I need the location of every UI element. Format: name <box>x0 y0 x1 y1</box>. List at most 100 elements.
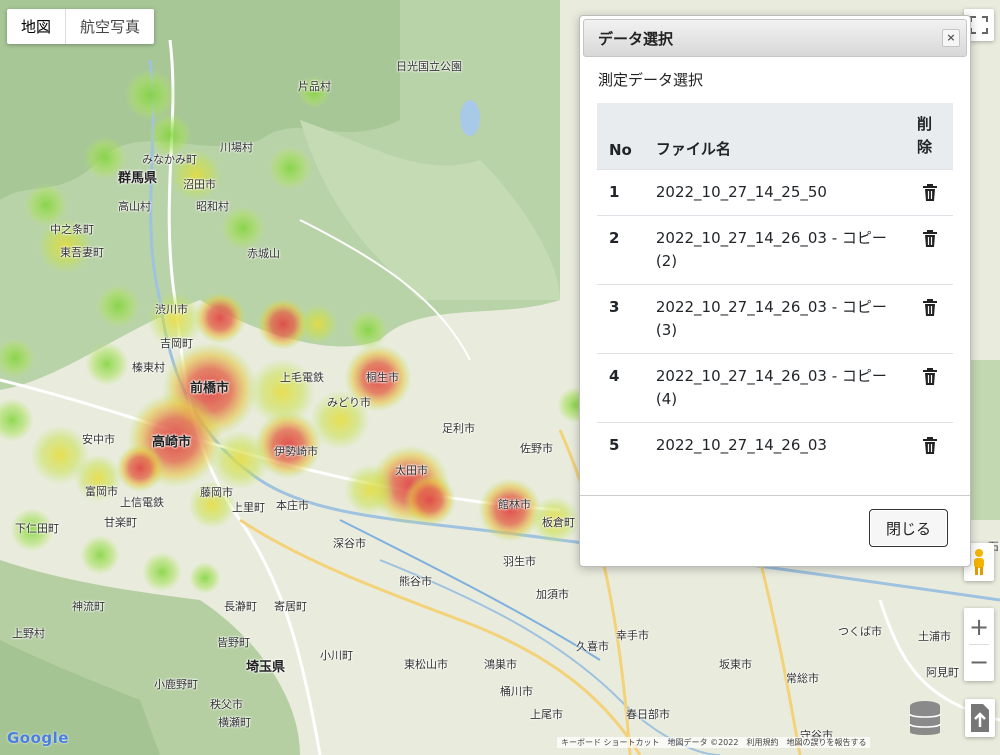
trash-icon <box>917 230 945 248</box>
map-place-label: 沼田市 <box>183 178 216 191</box>
delete-button[interactable] <box>909 169 953 216</box>
layers-button[interactable] <box>906 698 944 738</box>
map-place-label: 上尾市 <box>530 708 563 721</box>
map-place-label: 桐生市 <box>366 371 399 384</box>
map-place-label: 前橋市 <box>190 381 230 396</box>
row-filename: 2022_10_27_14_26_03 - コピー (3) <box>643 284 909 354</box>
table-row: 4 2022_10_27_14_26_03 - コピー (4) <box>597 353 953 423</box>
map-place-label: 渋川市 <box>155 303 188 316</box>
map-place-label: 佐野市 <box>520 442 553 455</box>
map-place-label: 坂東市 <box>719 658 752 671</box>
data-select-dialog: データ選択 × 測定データ選択 No ファイル名 削除 1 2022_10_27_… <box>579 15 971 567</box>
layers-icon <box>909 701 941 735</box>
fullscreen-icon <box>970 16 988 34</box>
map-place-label: 安中市 <box>82 433 115 446</box>
map-place-label: 日光国立公園 <box>396 60 462 73</box>
file-table: No ファイル名 削除 1 2022_10_27_14_25_50 2 2022_10… <box>597 103 953 468</box>
map-place-label: 羽生市 <box>503 555 536 568</box>
row-filename: 2022_10_27_14_26_03 <box>643 422 909 468</box>
row-number: 2 <box>597 215 644 285</box>
row-number: 3 <box>597 284 644 354</box>
map-type-map-button[interactable]: 地図 <box>7 9 67 44</box>
map-place-label: つくば市 <box>838 625 882 638</box>
close-button[interactable]: 閉じる <box>869 509 948 547</box>
row-number: 1 <box>597 169 644 216</box>
row-filename: 2022_10_27_14_26_03 - コピー (4) <box>643 353 909 423</box>
column-header-no: No <box>609 141 632 159</box>
map-type-satellite-button[interactable]: 航空写真 <box>66 9 154 44</box>
map-place-label: 館林市 <box>498 498 531 511</box>
delete-header-text: 削除 <box>917 115 933 156</box>
table-row: 1 2022_10_27_14_25_50 <box>597 169 953 216</box>
table-header-row: No ファイル名 削除 <box>597 103 953 170</box>
map-place-label: 小川町 <box>320 649 353 662</box>
map-place-label: 藤岡市 <box>200 486 233 499</box>
zoom-in-button[interactable]: + <box>969 610 989 644</box>
delete-button[interactable] <box>909 353 953 423</box>
map-place-label: 小鹿野町 <box>154 678 198 691</box>
row-number: 4 <box>597 353 644 423</box>
map-place-label: 秩父市 <box>210 698 243 711</box>
trash-icon <box>917 437 945 455</box>
map-place-label: 川場村 <box>220 141 253 154</box>
map-place-label: 太田市 <box>395 464 428 477</box>
map-place-label: 片品村 <box>298 80 331 93</box>
zoom-out-button[interactable]: − <box>969 645 989 679</box>
map-place-label: 伊勢崎市 <box>274 445 318 458</box>
column-header-delete: 削除 <box>909 103 953 170</box>
upload-icon <box>971 704 989 732</box>
dialog-titlebar[interactable]: データ選択 × <box>583 19 967 57</box>
map-place-label: 榛東村 <box>132 361 165 374</box>
map-place-label: 春日部市 <box>626 708 670 721</box>
column-header-filename: ファイル名 <box>655 140 731 158</box>
map-place-label: 幸手市 <box>616 629 649 642</box>
map-place-label: 板倉町 <box>542 516 575 529</box>
trash-icon <box>917 299 945 317</box>
map-type-control: 地図 航空写真 <box>7 9 155 44</box>
map-place-label: 長瀞町 <box>224 600 257 613</box>
map-place-label: みなかみ町 <box>142 153 197 166</box>
row-filename: 2022_10_27_14_26_03 - コピー (2) <box>643 215 909 285</box>
map-place-label: 上里町 <box>232 501 265 514</box>
map-place-label: 群馬県 <box>118 171 158 186</box>
dialog-subtitle: 測定データ選択 <box>598 71 704 89</box>
map-place-label: 足利市 <box>442 422 475 435</box>
map-attribution[interactable]: キーボード ショートカット 地図データ ©2022 利用規約 地図の誤りを報告す… <box>557 737 871 748</box>
upload-button[interactable] <box>965 699 995 737</box>
google-logo: Google <box>7 729 69 747</box>
dialog-footer-divider <box>580 495 970 496</box>
map-place-label: 加須市 <box>536 588 569 601</box>
trash-icon <box>917 368 945 386</box>
pegman-icon <box>974 549 984 575</box>
map-place-label: 神流町 <box>72 600 105 613</box>
row-filename: 2022_10_27_14_25_50 <box>643 169 909 216</box>
map-place-label: 富岡市 <box>85 485 118 498</box>
dialog-close-icon[interactable]: × <box>942 29 960 47</box>
map-place-label: 上毛電鉄 <box>280 371 324 384</box>
map-place-label: 阿見町 <box>926 666 959 679</box>
map-place-label: 横瀬町 <box>218 716 251 729</box>
map-place-label: 本庄市 <box>276 499 309 512</box>
delete-button[interactable] <box>909 422 953 468</box>
row-number: 5 <box>597 422 644 468</box>
table-row: 3 2022_10_27_14_26_03 - コピー (3) <box>597 284 953 354</box>
map-place-label: 高崎市 <box>152 435 192 450</box>
map-place-label: 赤城山 <box>247 247 280 260</box>
map-place-label: 上信電鉄 <box>120 496 164 509</box>
delete-button[interactable] <box>909 284 953 354</box>
delete-button[interactable] <box>909 215 953 285</box>
map-place-label: 上野村 <box>12 627 45 640</box>
map-place-label: 下仁田町 <box>15 522 59 535</box>
table-row: 2 2022_10_27_14_26_03 - コピー (2) <box>597 215 953 285</box>
map-place-label: 埼玉県 <box>246 660 286 675</box>
map-place-label: 東吾妻町 <box>60 246 104 259</box>
map-place-label: 桶川市 <box>500 685 533 698</box>
map-place-label: 常総市 <box>786 672 819 685</box>
map-place-label: 久喜市 <box>576 640 609 653</box>
map-place-label: 昭和村 <box>196 200 229 213</box>
map-place-label: みどり市 <box>327 396 371 409</box>
map-place-label: 寄居町 <box>274 600 307 613</box>
trash-icon <box>917 184 945 202</box>
map-place-label: 高山村 <box>118 200 151 213</box>
map-place-label: 中之条町 <box>50 223 94 236</box>
